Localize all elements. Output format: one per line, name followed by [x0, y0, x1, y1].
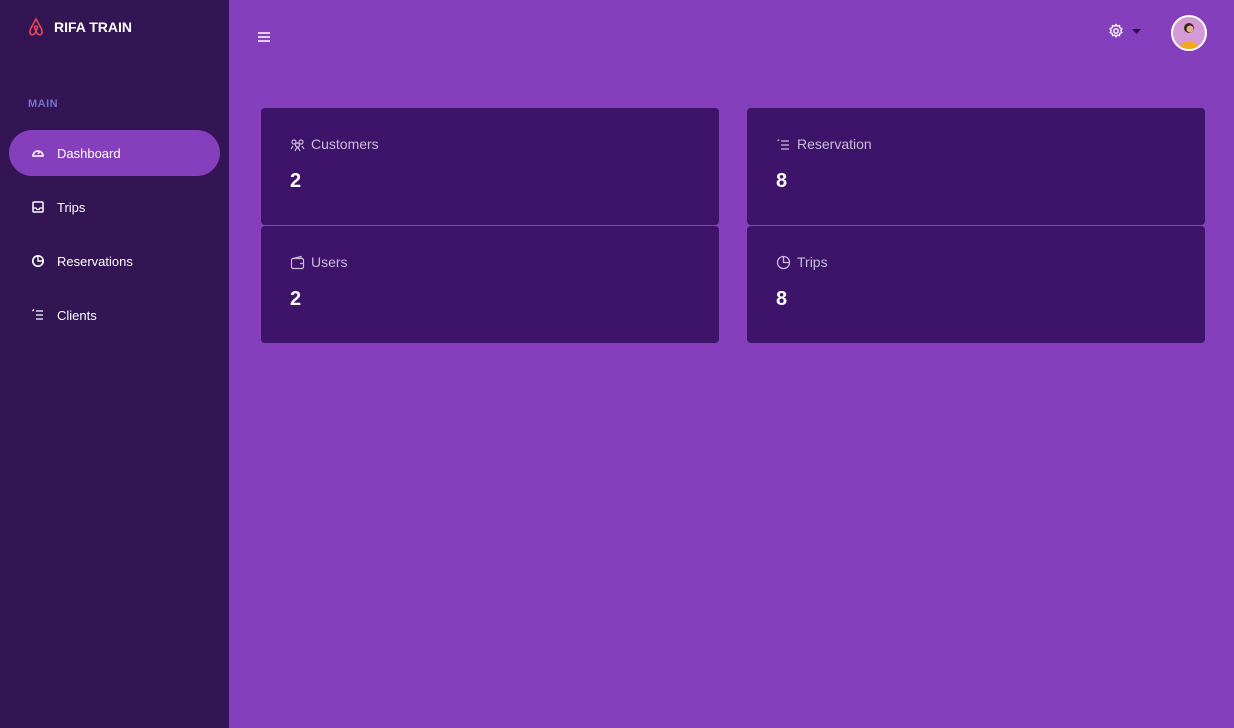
avatar-image	[1179, 23, 1199, 49]
pie-chart-icon	[776, 255, 791, 269]
card-value: 8	[776, 288, 788, 310]
stat-card-trips[interactable]: Trips 8	[747, 226, 1205, 343]
card-value: 8	[776, 170, 788, 192]
card-label: Users	[311, 254, 348, 270]
card-label: Trips	[797, 254, 828, 270]
hamburger-icon	[258, 32, 270, 42]
sidebar-item-reservations[interactable]: Reservations	[9, 238, 220, 284]
airbnb-logo-icon	[29, 17, 43, 36]
stat-card-users[interactable]: Users 2	[261, 226, 719, 343]
sidebar-item-dashboard[interactable]: Dashboard	[9, 130, 220, 176]
section-label-main: MAIN	[28, 98, 59, 110]
menu-toggle-button[interactable]	[257, 30, 271, 48]
sidebar-item-label: Trips	[57, 199, 86, 215]
inbox-icon	[32, 201, 44, 213]
gear-icon	[1109, 23, 1123, 38]
card-value: 2	[290, 288, 302, 310]
card-label: Customers	[311, 136, 379, 152]
sidebar-item-label: Reservations	[57, 253, 133, 269]
sidebar-item-label: Dashboard	[57, 145, 121, 161]
dashboard-icon	[32, 150, 44, 157]
card-label: Reservation	[797, 136, 872, 152]
sidebar-item-trips[interactable]: Trips	[9, 184, 220, 230]
sidebar: RIFA TRAIN MAIN Dashboard Trips Reservat…	[0, 0, 229, 728]
sidebar-item-label: Clients	[57, 307, 97, 323]
pie-chart-icon	[32, 255, 44, 267]
stat-card-reservation[interactable]: Reservation 8	[747, 108, 1205, 225]
user-avatar[interactable]	[1171, 15, 1207, 51]
card-value: 2	[290, 170, 302, 192]
settings-dropdown[interactable]	[1108, 23, 1141, 39]
brand-name: RIFA TRAIN	[54, 19, 133, 35]
wallet-icon	[290, 255, 305, 269]
sidebar-item-clients[interactable]: Clients	[9, 292, 220, 338]
list-icon	[32, 309, 43, 320]
caret-down-icon	[1132, 28, 1141, 34]
list-icon	[777, 138, 789, 150]
users-icon	[290, 138, 305, 151]
brand[interactable]: RIFA TRAIN	[27, 17, 132, 37]
stat-card-customers[interactable]: Customers 2	[261, 108, 719, 225]
